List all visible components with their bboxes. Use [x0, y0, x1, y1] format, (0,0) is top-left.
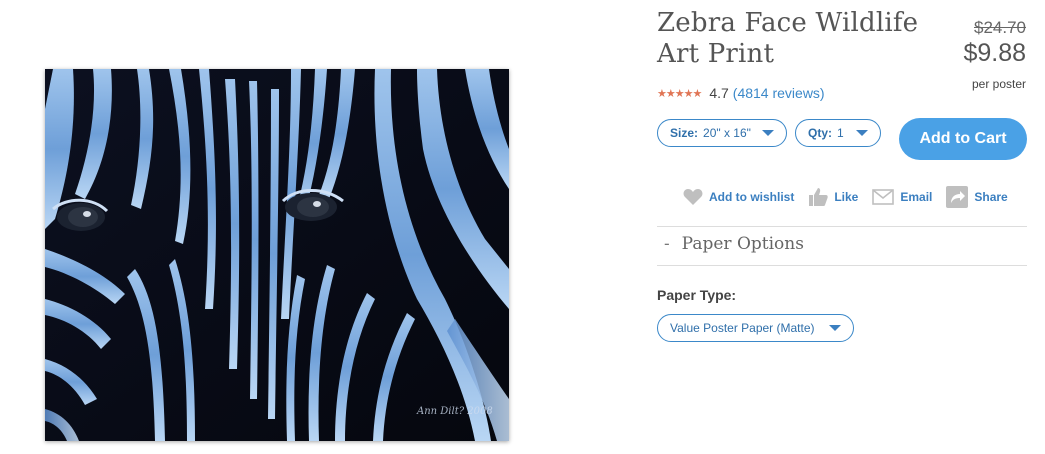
email-label: Email — [900, 190, 933, 204]
price-unit: per poster — [971, 77, 1026, 91]
collapse-icon: - — [664, 234, 670, 253]
add-to-cart-button[interactable]: Add to Cart — [899, 118, 1027, 160]
sale-price: $9.88 — [963, 39, 1026, 67]
size-select[interactable]: Size: 20" x 16" — [657, 119, 787, 147]
rating-value: 4.7 — [709, 85, 729, 101]
divider — [657, 226, 1027, 227]
paper-options-heading: Paper Options — [681, 234, 804, 254]
like-button[interactable]: Like — [808, 187, 858, 207]
paper-type-label: Paper Type: — [657, 287, 737, 303]
email-button[interactable]: Email — [872, 189, 932, 205]
rating-stars-icon: ★★★★★ — [657, 87, 702, 100]
zebra-artwork: Ann Dilt? 2008 — [45, 69, 509, 441]
chevron-down-icon — [856, 130, 868, 136]
add-to-wishlist-button[interactable]: Add to wishlist — [683, 188, 794, 206]
share-icon — [946, 186, 969, 208]
share-label: Share — [974, 190, 1008, 204]
paper-type-select[interactable]: Value Poster Paper (Matte) — [657, 314, 854, 342]
size-value: 20" x 16" — [703, 126, 751, 140]
qty-label: Qty: — [808, 126, 832, 140]
product-title: Zebra Face Wildlife Art Print — [657, 8, 919, 69]
reviews-link[interactable]: (4814 reviews) — [733, 85, 825, 101]
product-image[interactable]: Ann Dilt? 2008 — [45, 69, 509, 441]
quantity-select[interactable]: Qty: 1 — [795, 119, 881, 147]
paper-options-toggle[interactable]: - Paper Options — [664, 234, 804, 254]
rating-row: ★★★★★ 4.7 (4814 reviews) — [657, 85, 825, 101]
paper-type-value: Value Poster Paper (Matte) — [670, 321, 815, 335]
heart-icon — [683, 189, 703, 205]
divider — [657, 265, 1027, 266]
envelope-icon — [872, 189, 895, 205]
social-actions: Add to wishlist Like Email Share — [683, 186, 1022, 208]
artist-signature: Ann Dilt? 2008 — [416, 406, 493, 417]
chevron-down-icon — [829, 325, 841, 331]
size-label: Size: — [670, 126, 699, 140]
original-price: $24.70 — [974, 18, 1026, 37]
like-label: Like — [834, 190, 859, 204]
wishlist-label: Add to wishlist — [709, 190, 795, 204]
thumbs-up-icon — [809, 188, 829, 206]
qty-value: 1 — [837, 126, 844, 140]
chevron-down-icon — [762, 130, 774, 136]
share-button[interactable]: Share — [946, 186, 1008, 208]
